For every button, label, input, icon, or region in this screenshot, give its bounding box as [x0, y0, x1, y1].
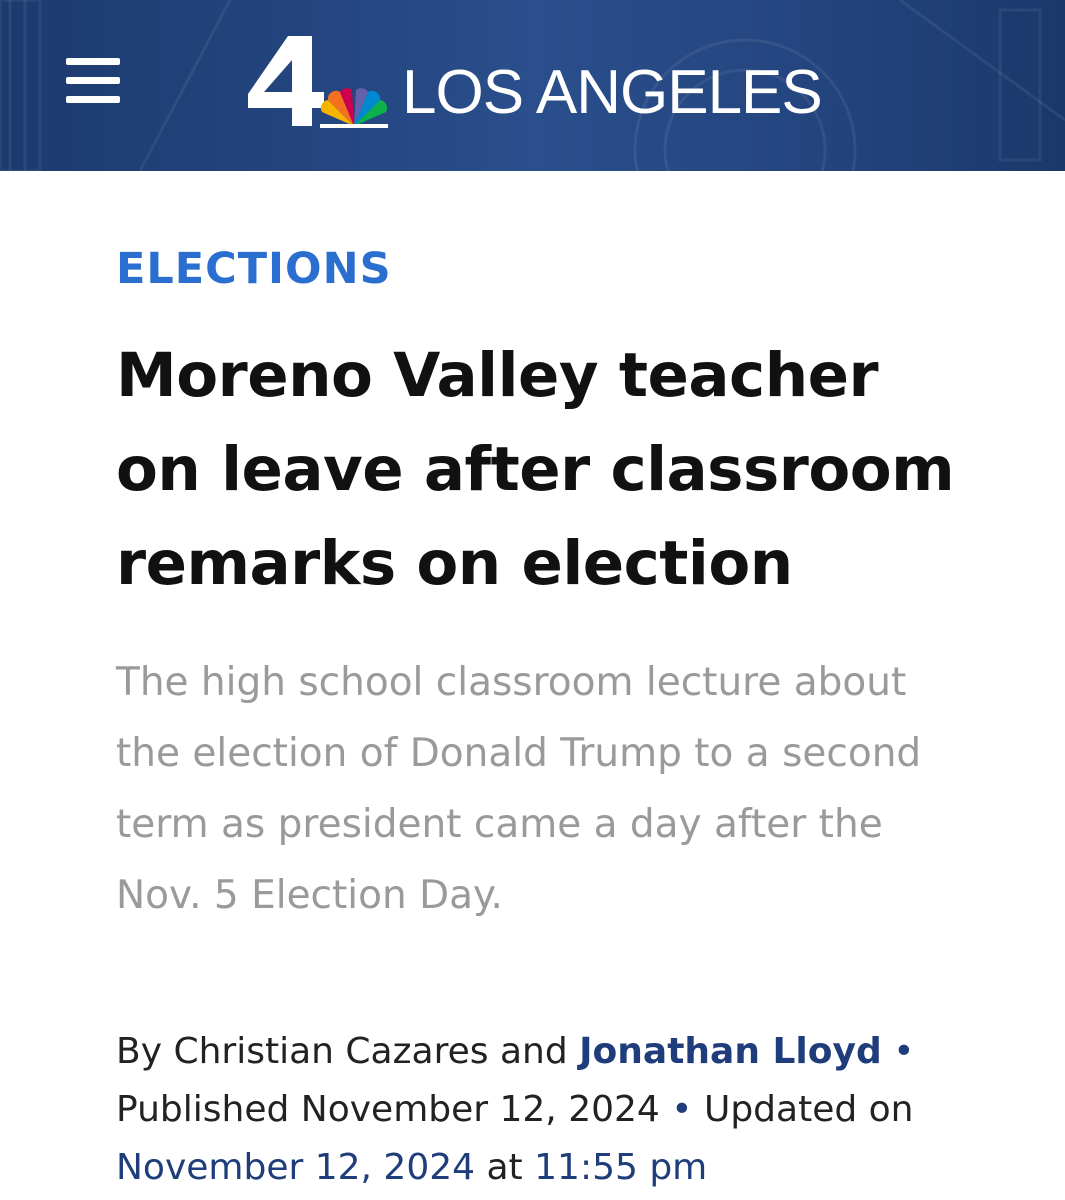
published-date: November 12, 2024 [300, 1089, 660, 1130]
article-subheadline: The high school classroom lecture about … [116, 660, 922, 918]
menu-button[interactable] [66, 58, 122, 104]
nbc-peacock-icon [248, 36, 388, 128]
updated-time: 11:55 pm [534, 1147, 708, 1188]
hamburger-menu-icon [66, 58, 120, 65]
author-link[interactable]: Jonathan Lloyd [579, 1031, 882, 1072]
at-label: at [486, 1147, 523, 1188]
author-name: Christian Cazares [173, 1031, 489, 1072]
byline-prefix: By [116, 1031, 163, 1072]
separator-dot: • [671, 1089, 693, 1130]
updated-label: Updated on [703, 1089, 914, 1130]
byline: By Christian Cazares and Jonathan Lloyd … [116, 1023, 976, 1197]
logo-text: LOS ANGELES [402, 58, 823, 127]
separator-dot: • [893, 1031, 915, 1072]
nbc4-logo[interactable]: LOS ANGELES [248, 30, 823, 130]
published-label: Published [116, 1089, 290, 1130]
byline-conjunction: and [499, 1031, 568, 1072]
article-headline: Moreno Valley teacher on leave after cla… [116, 340, 955, 599]
updated-date: November 12, 2024 [116, 1147, 476, 1188]
site-header: LOS ANGELES [0, 0, 1065, 171]
category-label[interactable]: ELECTIONS [116, 244, 392, 294]
